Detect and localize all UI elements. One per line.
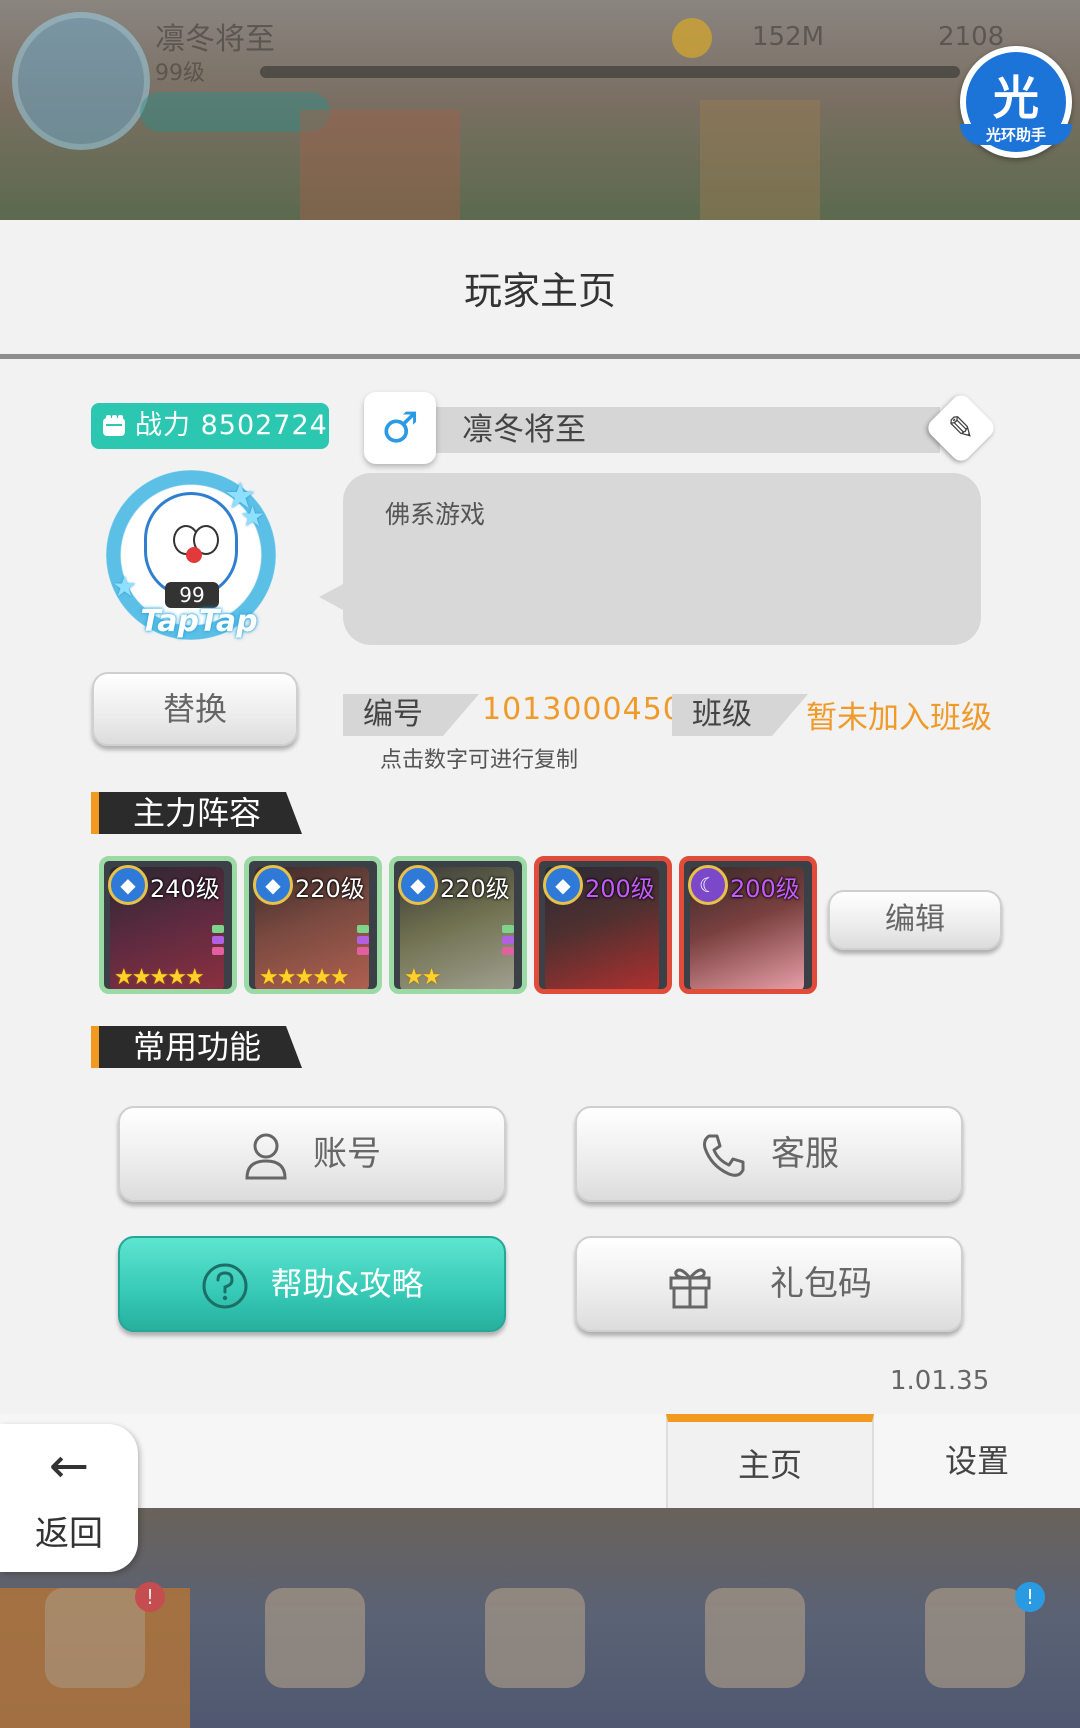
- hero-stars: ★★★★★: [114, 965, 205, 990]
- pencil-icon: ✎: [947, 409, 975, 447]
- bottom-nav-slot: [660, 1588, 850, 1728]
- title-divider: [0, 354, 1080, 359]
- gift-code-button[interactable]: 礼包码: [575, 1236, 963, 1332]
- avatar-frame-brand: TapTap: [140, 604, 258, 639]
- gift-code-label: 礼包码: [770, 1264, 872, 1304]
- game-background-top: 凛冬将至 99级 152M 2108: [0, 0, 1080, 220]
- hud-exp-bar: [260, 66, 960, 78]
- customer-service-button[interactable]: 客服: [575, 1106, 963, 1202]
- player-name-bar: 凛冬将至: [420, 407, 940, 453]
- player-id-value[interactable]: 1013000450: [482, 692, 683, 727]
- helper-badge-label: 光环助手: [960, 124, 1072, 145]
- hud-player-level: 99级: [155, 61, 205, 86]
- id-label: 编号: [343, 694, 479, 736]
- hud-gem-count: 2108: [938, 22, 1005, 52]
- star-icon: ★: [240, 500, 266, 533]
- background-building: [300, 110, 460, 220]
- hero-card[interactable]: ◆ 200级: [534, 856, 672, 994]
- tab-home[interactable]: 主页: [666, 1414, 874, 1508]
- hud-avatar: [12, 12, 150, 150]
- hero-tier-pips: [212, 925, 224, 958]
- hero-stars: ★★★★★: [259, 965, 350, 990]
- rune-emblem-icon: ◆: [108, 865, 148, 905]
- notification-dot: !: [135, 1582, 165, 1612]
- player-profile-panel: 玩家主页 战力 8502724 ★ ★ ★ 99 TapTap 替换 凛冬将至 …: [0, 220, 1080, 1508]
- avatar-nose: [186, 547, 202, 563]
- signature-text: 佛系游戏: [385, 500, 486, 529]
- hero-level: 220级: [295, 875, 365, 903]
- notification-dot: !: [1015, 1582, 1045, 1612]
- hero-tier-pips: [357, 925, 369, 958]
- male-gender-icon[interactable]: ♂: [364, 392, 436, 464]
- hero-level: 240级: [150, 875, 220, 903]
- help-guide-button[interactable]: 帮助&攻略: [118, 1236, 506, 1332]
- edit-lineup-button[interactable]: 编辑: [828, 890, 1002, 950]
- hero-level: 220级: [440, 875, 510, 903]
- page-title: 玩家主页: [463, 269, 616, 313]
- nav-icon: [925, 1588, 1025, 1688]
- star-icon: ★: [112, 570, 138, 603]
- nav-icon: [705, 1588, 805, 1688]
- lineup-section-title: 主力阵容: [91, 792, 302, 834]
- rune-emblem-icon: ◆: [398, 865, 438, 905]
- class-value: 暂未加入班级: [806, 700, 992, 736]
- edit-name-button[interactable]: ✎: [924, 391, 998, 465]
- fist-icon: [103, 415, 125, 436]
- combat-power-label: 战力: [135, 410, 191, 441]
- bottom-nav-slot: [220, 1588, 410, 1728]
- gift-icon: [669, 1268, 711, 1308]
- hero-stars: ★★: [404, 965, 441, 990]
- question-icon: [202, 1263, 248, 1309]
- account-button[interactable]: 账号: [118, 1106, 506, 1202]
- functions-section-title: 常用功能: [91, 1026, 302, 1068]
- combat-power-value: 8502724: [200, 410, 328, 441]
- back-button-label: 返回: [35, 1514, 103, 1554]
- coin-icon: [672, 18, 712, 58]
- moon-emblem-icon: ☾: [688, 865, 728, 905]
- hud-coin-count: 152M: [752, 22, 825, 52]
- rune-emblem-icon: ◆: [253, 865, 293, 905]
- helper-assistant-badge[interactable]: 光 光环助手: [960, 46, 1072, 158]
- rune-emblem-icon: ◆: [543, 865, 583, 905]
- helper-badge-glyph: 光: [993, 71, 1039, 125]
- customer-service-label: 客服: [771, 1134, 839, 1174]
- account-button-label: 账号: [313, 1134, 381, 1174]
- hero-card[interactable]: ◆ 240级 ★★★★★: [99, 856, 237, 994]
- hero-level: 200级: [730, 875, 800, 903]
- help-guide-label: 帮助&攻略: [270, 1265, 424, 1303]
- hero-card[interactable]: ◆ 220级 ★★★★★: [244, 856, 382, 994]
- hero-tier-pips: [502, 925, 514, 958]
- bubble-tail: [319, 583, 345, 611]
- nav-icon: [265, 1588, 365, 1688]
- replace-avatar-button[interactable]: 替换: [92, 672, 298, 746]
- user-icon: [245, 1133, 287, 1179]
- avatar[interactable]: ★ ★ ★ 99 TapTap: [106, 470, 276, 640]
- class-label: 班级: [672, 694, 808, 736]
- bottom-nav-slot: !: [880, 1582, 1070, 1728]
- bottom-nav-slot: [440, 1588, 630, 1728]
- game-background-bottom: ! !: [0, 1508, 1080, 1728]
- phone-icon: [703, 1134, 745, 1177]
- hero-card[interactable]: ◆ 220级 ★★: [389, 856, 527, 994]
- combat-power-badge: 战力 8502724: [91, 403, 329, 449]
- hero-card[interactable]: ☾ 200级: [679, 856, 817, 994]
- app-version: 1.01.35: [890, 1366, 990, 1396]
- background-building: [700, 100, 820, 220]
- copy-hint: 点击数字可进行复制: [380, 748, 579, 773]
- nav-icon: [45, 1588, 145, 1688]
- bottom-nav-slot: !: [0, 1582, 190, 1728]
- hud-player-name: 凛冬将至: [155, 22, 275, 57]
- signature-bubble[interactable]: 佛系游戏: [319, 473, 981, 645]
- hero-level: 200级: [585, 875, 655, 903]
- player-name: 凛冬将至: [462, 412, 586, 448]
- tab-settings[interactable]: 设置: [874, 1414, 1080, 1508]
- back-arrow-icon: ←: [48, 1438, 90, 1494]
- nav-icon: [485, 1588, 585, 1688]
- back-button[interactable]: ← 返回: [0, 1424, 138, 1572]
